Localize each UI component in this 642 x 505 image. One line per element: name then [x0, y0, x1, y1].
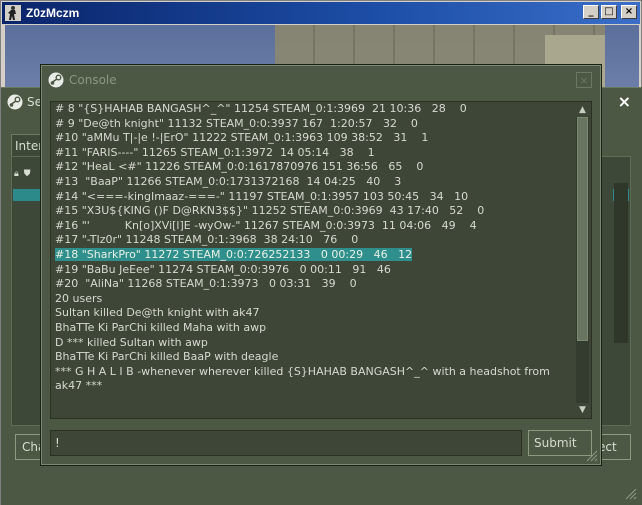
console-line-text: #10 "aMMu T|-|e !-|ErO" 11222 STEAM_0:1:… — [55, 131, 429, 145]
cs-player-icon — [5, 5, 21, 21]
console-line: #15 "X3U${KING ()F D@RKN3$$}" 11252 STEA… — [55, 204, 575, 219]
console-line: #14 "<===-kingImaaz-===-" 11197 STEAM_0:… — [55, 190, 575, 205]
shield-icon[interactable]: ⛊ — [24, 169, 31, 179]
console-line-text: #12 "HeaL <#" 11226 STEAM_0:0:1617870976… — [55, 160, 424, 174]
console-line: BhaTTe Ki ParChi killed BaaP with deagle — [55, 350, 575, 365]
window-title: Z0zMczm — [26, 6, 80, 20]
console-title: Console — [69, 73, 117, 87]
console-line: *** G H A L I B -whenever wherever kille… — [55, 365, 555, 394]
console-line: #13 "BaaP" 11266 STEAM_0:0:1731372168 14… — [55, 175, 575, 190]
console-line: Sultan killed De@th knight with ak47 — [55, 306, 575, 321]
scroll-down-arrow-icon[interactable]: ▼ — [576, 404, 589, 416]
console-line-text: #17 "-TIz0r" 11248 STEAM_0:1:3968 38 24:… — [55, 233, 359, 247]
server-browser-title-bar: Se — [7, 94, 42, 110]
minimize-button[interactable]: _ — [583, 5, 599, 19]
console-close-button[interactable]: × — [576, 72, 592, 88]
console-line: #12 "HeaL <#" 11226 STEAM_0:0:1617870976… — [55, 160, 575, 175]
console-line-text: #16 "' Kn[o]XVi[l]E -wyOw-" 11267 STEAM_… — [55, 218, 477, 232]
console-line: #20 "AliNa" 11268 STEAM_0:1:3973 0 03:31… — [55, 277, 575, 292]
console-line-text: *** G H A L I B -whenever wherever kille… — [55, 364, 550, 393]
console-line-text: Sultan killed De@th knight with ak47 — [55, 306, 260, 320]
console-dialog: Console × # 8 "{S}HAHAB BANGASH^_^" 1125… — [41, 65, 601, 465]
console-line: 20 users — [55, 292, 575, 307]
console-line-text: #15 "X3U${KING ()F D@RKN3$$}" 11252 STEA… — [55, 204, 485, 218]
steam-logo-icon — [48, 72, 64, 88]
console-line-text: BhaTTe Ki ParChi killed BaaP with deagle — [55, 350, 279, 364]
window-title-bar[interactable]: Z0zMczm _ □ × — [2, 2, 640, 24]
console-output[interactable]: # 8 "{S}HAHAB BANGASH^_^" 11254 STEAM_0:… — [50, 101, 592, 419]
console-line-text: D *** killed Sultan with awp — [55, 335, 208, 349]
console-line: BhaTTe Ki ParChi killed Maha with awp — [55, 321, 575, 336]
console-command-input[interactable] — [50, 430, 522, 456]
console-line-text: #13 "BaaP" 11266 STEAM_0:0:1731372168 14… — [55, 174, 402, 188]
close-button[interactable]: × — [621, 5, 637, 19]
console-line: #17 "-TIz0r" 11248 STEAM_0:1:3968 38 24:… — [55, 233, 575, 248]
console-line-text: #19 "BaBu JeEee" 11274 STEAM_0:0:3976 0 … — [55, 262, 391, 276]
window-controls: _ □ × — [583, 5, 637, 19]
console-line: #19 "BaBu JeEee" 11274 STEAM_0:0:3976 0 … — [55, 263, 575, 278]
console-line: #11 "FARIS----" 11265 STEAM_0:1:3972 14 … — [55, 146, 575, 161]
console-scrollbar[interactable]: ▲ ▼ — [576, 104, 589, 416]
console-line-text: 20 users — [55, 291, 103, 305]
console-line: #16 "' Kn[o]XVi[l]E -wyOw-" 11267 STEAM_… — [55, 219, 575, 234]
console-line: #10 "aMMu T|-|e !-|ErO" 11222 STEAM_0:1:… — [55, 131, 575, 146]
console-line-text: #11 "FARIS----" 11265 STEAM_0:1:3972 14 … — [55, 145, 375, 159]
console-line-text: # 9 "De@th knight" 11132 STEAM_0:0:3937 … — [55, 116, 418, 130]
console-line-selected: #18 "SharkPro" 11272 STEAM_0:0:726252133… — [55, 247, 575, 263]
console-line-text: #14 "<===-kingImaaz-===-" 11197 STEAM_0:… — [55, 189, 469, 203]
console-lines: # 8 "{S}HAHAB BANGASH^_^" 11254 STEAM_0:… — [55, 102, 575, 394]
server-browser-title: Se — [27, 95, 42, 109]
console-title-bar[interactable]: Console — [48, 70, 117, 90]
steam-logo-icon — [7, 94, 23, 110]
console-line-text: BhaTTe Ki ParChi killed Maha with awp — [55, 320, 267, 334]
server-browser-close-button[interactable]: × — [618, 92, 631, 111]
console-line: # 8 "{S}HAHAB BANGASH^_^" 11254 STEAM_0:… — [55, 102, 575, 117]
console-line-text: # 8 "{S}HAHAB BANGASH^_^" 11254 STEAM_0:… — [55, 102, 467, 115]
console-line: D *** killed Sultan with awp — [55, 336, 575, 351]
server-list-scrollbar[interactable] — [614, 183, 628, 343]
console-line-text: #20 "AliNa" 11268 STEAM_0:1:3973 0 03:31… — [55, 277, 357, 291]
server-list-header: 🔒︎ ⛊ — [14, 169, 31, 179]
maximize-button[interactable]: □ — [601, 5, 617, 19]
lock-icon[interactable]: 🔒︎ — [14, 169, 19, 179]
scroll-up-arrow-icon[interactable]: ▲ — [576, 104, 589, 116]
console-line: # 9 "De@th knight" 11132 STEAM_0:0:3937 … — [55, 117, 575, 132]
resize-grip-icon[interactable] — [584, 448, 598, 462]
app-window: Z0zMczm _ □ × Se × Inter 🔒︎ ⛊ Cha ect Co… — [0, 0, 642, 505]
console-line-text: #18 "SharkPro" 11272 STEAM_0:0:726252133… — [55, 247, 413, 261]
window-resize-grip-icon[interactable] — [623, 486, 637, 500]
scroll-thumb[interactable] — [577, 117, 588, 341]
submit-button[interactable]: Submit — [528, 430, 592, 456]
